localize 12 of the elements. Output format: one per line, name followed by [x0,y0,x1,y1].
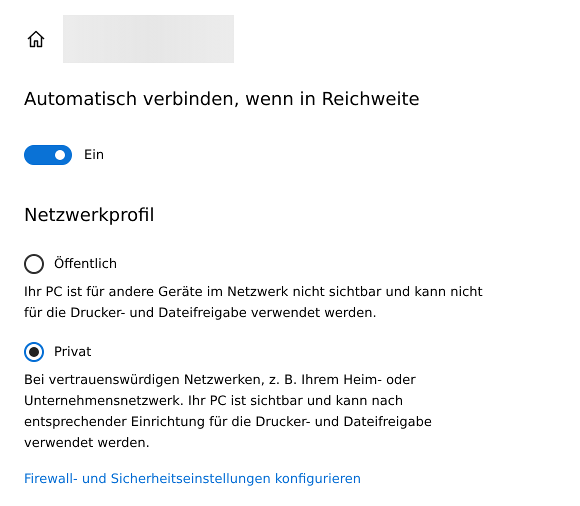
option-description: Ihr PC ist für andere Geräte im Netzwerk nicht sichtbar und kann nicht für die Drucker- und Dateifreigabe verwendet werden. [24,284,484,323]
radio-label: Öffentlich [54,256,118,272]
toggle-switch[interactable] [24,145,72,165]
option-description: Bei vertrauenswürdigen Netzwerken, z. B. Ihrem Heim- oder Unternehmensnetzwerk. Ihr PC ist sichtbar und kann nach entsprechender Einrichtung für die Drucker- und Dateifreigabe verwendet werden. [24,372,433,453]
section-heading: Automatisch verbinden, wenn in Reichweite [24,89,421,110]
toggle-label: Ein [84,148,104,162]
section-heading: Netzwerkprofil [24,205,156,226]
settings-link[interactable]: Firewall- und Sicherheitseinstellungen konfigurieren [24,472,362,487]
radio-button[interactable] [24,254,44,274]
radio-label: Privat [54,344,92,360]
home-icon[interactable] [26,29,46,49]
radio-button[interactable] [24,342,44,362]
